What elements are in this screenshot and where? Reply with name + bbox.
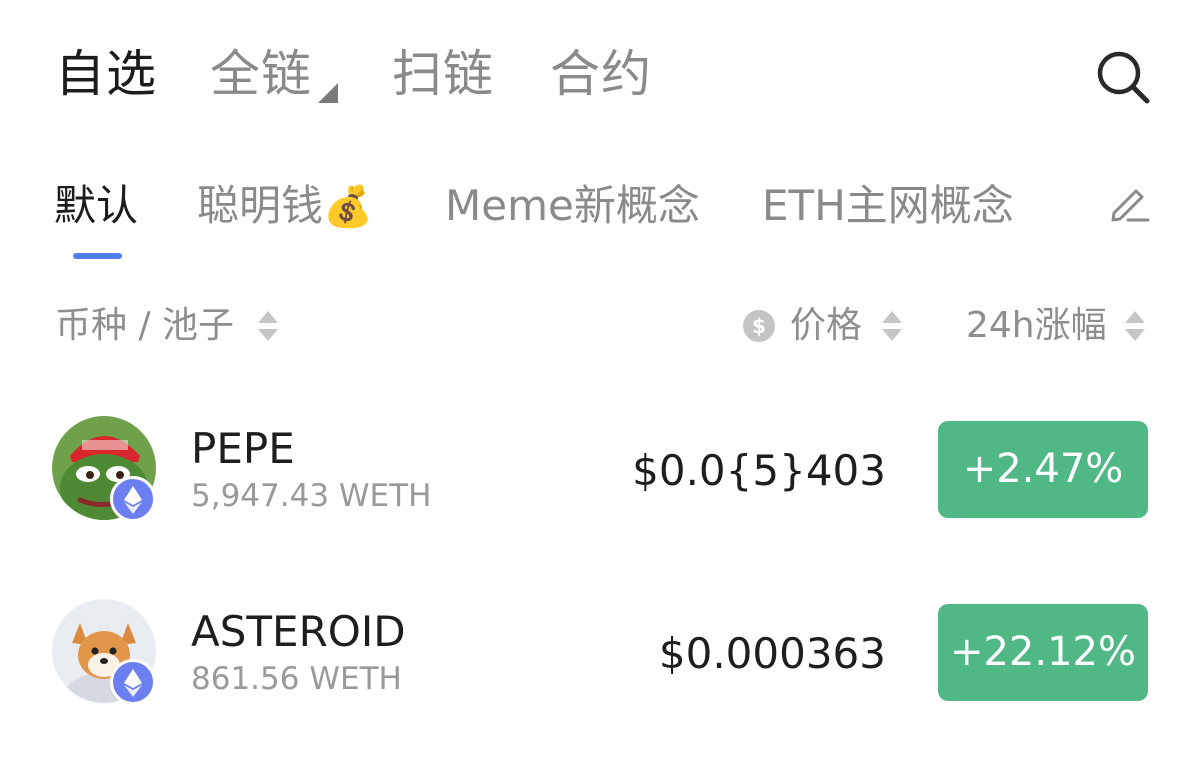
search-icon[interactable] bbox=[1094, 48, 1154, 108]
sort-toggle-icon[interactable] bbox=[881, 309, 903, 343]
change-badge[interactable]: +2.47% bbox=[938, 421, 1148, 518]
subtab-meme-concept[interactable]: Meme新概念 bbox=[445, 178, 700, 234]
table-row[interactable]: PEPE 5,947.43 WETH $0.0{5}403 +2.47% bbox=[0, 400, 1195, 540]
currency-dollar-icon: $ bbox=[743, 310, 775, 342]
ethereum-chain-icon bbox=[110, 476, 156, 522]
column-header-price[interactable]: 价格 bbox=[790, 303, 862, 349]
table-row[interactable]: ASTEROID 861.56 WETH $0.000363 +22.12% bbox=[0, 583, 1195, 723]
subtab-eth-mainnet-concept[interactable]: ETH主网概念 bbox=[762, 178, 1014, 234]
sort-toggle-icon[interactable] bbox=[257, 309, 279, 343]
subtab-default[interactable]: 默认 bbox=[54, 178, 138, 234]
token-symbol: PEPE bbox=[191, 424, 295, 473]
ethereum-chain-icon bbox=[110, 659, 156, 705]
subtab-smart-money[interactable]: 聪明钱💰 bbox=[197, 178, 373, 235]
tab-watchlist[interactable]: 自选 bbox=[55, 42, 157, 106]
pool-liquidity: 5,947.43 WETH bbox=[191, 478, 432, 514]
sort-toggle-icon[interactable] bbox=[1124, 309, 1146, 343]
tab-contracts[interactable]: 合约 bbox=[550, 42, 652, 106]
money-bag-icon: 💰 bbox=[323, 184, 373, 230]
tab-all-chains[interactable]: 全链 bbox=[210, 42, 312, 106]
column-header-24h-change[interactable]: 24h涨幅 bbox=[966, 303, 1107, 349]
subtab-smart-money-label: 聪明钱 bbox=[197, 181, 324, 230]
pool-liquidity: 861.56 WETH bbox=[191, 661, 402, 697]
column-header-token-pool[interactable]: 币种 / 池子 bbox=[55, 303, 234, 349]
change-badge[interactable]: +22.12% bbox=[938, 604, 1148, 701]
token-price: $0.000363 bbox=[658, 629, 886, 678]
tab-chain-scan[interactable]: 扫链 bbox=[392, 42, 494, 106]
edit-pencil-icon[interactable] bbox=[1106, 180, 1152, 226]
active-tab-indicator bbox=[73, 253, 122, 259]
token-symbol: ASTEROID bbox=[191, 607, 406, 656]
token-price: $0.0{5}403 bbox=[632, 446, 886, 495]
dropdown-triangle-icon bbox=[318, 83, 338, 103]
